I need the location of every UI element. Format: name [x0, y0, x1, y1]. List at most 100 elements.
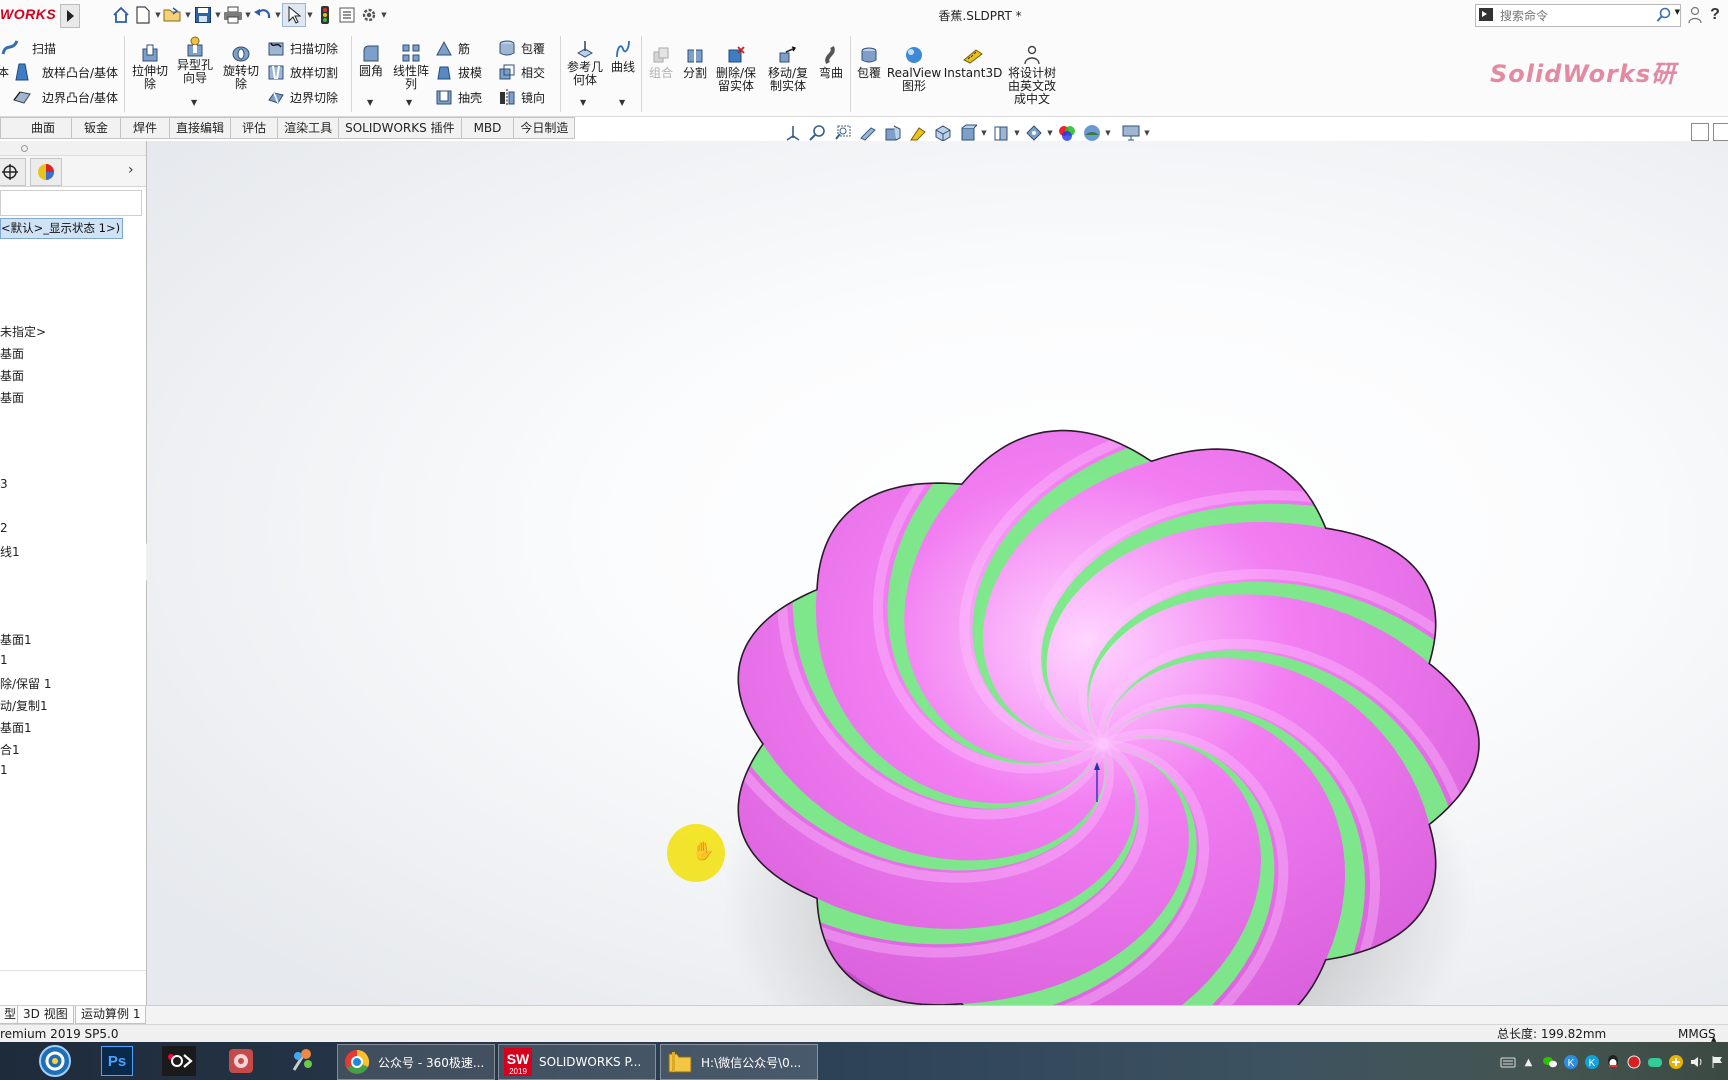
flag-icon[interactable]: [1707, 1053, 1728, 1071]
hole-wizard-button[interactable]: 异型孔 向导: [174, 36, 216, 85]
hole-wizard-dropdown-icon[interactable]: ▼: [191, 98, 197, 107]
display-style-dropdown-icon[interactable]: ▼: [980, 129, 988, 137]
start-orb-icon[interactable]: [34, 1045, 76, 1077]
boundary-cut-button[interactable]: 边界切除: [266, 86, 338, 108]
boundary-boss-button[interactable]: 边界凸台/基体: [12, 86, 118, 108]
linear-pattern-dropdown-icon[interactable]: ▼: [406, 98, 412, 107]
new-document-dropdown-icon[interactable]: ▼: [154, 4, 162, 26]
gamepad-icon[interactable]: [1644, 1053, 1665, 1071]
taskbar-task-browser[interactable]: 公众号 - 360极速...: [337, 1044, 495, 1080]
tab-3d-views[interactable]: 3D 视图: [17, 1006, 74, 1024]
tree-item[interactable]: 1: [0, 763, 8, 777]
reference-geometry-dropdown-icon[interactable]: ▼: [580, 98, 586, 107]
open-folder-icon[interactable]: [162, 4, 184, 26]
split-button[interactable]: 分割: [679, 44, 711, 80]
obs-icon[interactable]: [158, 1045, 200, 1077]
tab-motion-study-1[interactable]: 运动算例 1: [75, 1006, 147, 1024]
view-settings-dropdown-icon[interactable]: ▼: [1104, 129, 1112, 137]
taskbar-task-solidworks[interactable]: SW 2019 SOLIDWORKS P...: [498, 1044, 656, 1080]
dim-xpert-tab[interactable]: [0, 158, 26, 186]
flower-3d-model[interactable]: [710, 423, 1496, 1005]
undo-dropdown-icon[interactable]: ▼: [274, 4, 282, 26]
qq-k-icon[interactable]: K: [1560, 1053, 1581, 1071]
edit-appearance-dropdown-icon[interactable]: ▼: [1046, 129, 1054, 137]
viewport-maximize-icon[interactable]: [1713, 123, 1728, 141]
print-dropdown-icon[interactable]: ▼: [244, 4, 252, 26]
open-dropdown-icon[interactable]: ▼: [184, 4, 192, 26]
fillet-button[interactable]: 圆角: [354, 42, 388, 78]
tree-item[interactable]: 未指定>: [0, 323, 46, 340]
translate-tree-button[interactable]: 将设计树 由英文改 成中文: [1004, 44, 1060, 106]
panel-expand-arrow-icon[interactable]: ›: [128, 162, 134, 178]
keyboard-icon[interactable]: [1497, 1053, 1518, 1071]
k-icon[interactable]: K: [1581, 1053, 1602, 1071]
instant3d-button[interactable]: Instant3D: [944, 44, 1002, 80]
undo-icon[interactable]: [252, 4, 274, 26]
search-icon[interactable]: [1656, 7, 1672, 26]
wrap-button[interactable]: 包覆: [497, 37, 545, 59]
plus-icon[interactable]: [1665, 1053, 1686, 1071]
curves-dropdown-icon[interactable]: ▼: [619, 98, 625, 107]
app-logo[interactable]: WORKS: [0, 6, 56, 22]
sweep-button[interactable]: 扫描: [0, 37, 56, 59]
panel-grip[interactable]: [0, 141, 146, 156]
tree-item[interactable]: 合1: [0, 741, 20, 758]
tree-item[interactable]: 1: [0, 653, 8, 667]
delete-keep-body-button[interactable]: 删除/保 留实体: [714, 44, 758, 93]
swept-cut-button[interactable]: 扫描切除: [266, 37, 338, 59]
tree-item[interactable]: 动/复制1: [0, 697, 48, 714]
save-icon[interactable]: [192, 4, 214, 26]
user-icon[interactable]: [1685, 4, 1705, 26]
tree-item[interactable]: 2: [0, 521, 8, 535]
tree-item[interactable]: 线1: [0, 543, 20, 560]
tree-item[interactable]: 3: [0, 477, 8, 491]
tab-evaluate[interactable]: 评估: [231, 117, 279, 139]
hide-show-dropdown-icon[interactable]: ▼: [1013, 129, 1021, 137]
units-selector[interactable]: MMGS: [1678, 1025, 1716, 1043]
display-manager-tab[interactable]: [30, 158, 62, 186]
new-document-icon[interactable]: [132, 4, 154, 26]
tab-surfaces[interactable]: 曲面: [0, 117, 73, 139]
intersect-button[interactable]: 相交: [497, 61, 545, 83]
tab-weldments[interactable]: 焊件: [121, 117, 171, 139]
select-dropdown-icon[interactable]: ▼: [306, 4, 314, 26]
tree-item[interactable]: 除/保留 1: [0, 675, 52, 692]
draft-button[interactable]: 拔模: [434, 61, 482, 83]
traffic-light-icon[interactable]: [314, 4, 336, 26]
print-icon[interactable]: [222, 4, 244, 26]
move-copy-body-button[interactable]: 移动/复 制实体: [766, 44, 810, 93]
tree-item[interactable]: 基面1: [0, 719, 32, 736]
realview-button[interactable]: RealView 图形: [887, 44, 941, 93]
sound-icon[interactable]: [1686, 1053, 1707, 1071]
tab-direct-editing[interactable]: 直接编辑: [170, 117, 232, 139]
revolved-cut-button[interactable]: 旋转切 除: [221, 42, 261, 91]
app-menu-arrow-icon[interactable]: [60, 4, 80, 28]
loft-boss-button[interactable]: 放样凸台/基体: [12, 61, 118, 83]
search-dropdown-icon[interactable]: ▼: [1675, 8, 1680, 16]
tab-today-manufacturing[interactable]: 今日制造: [514, 117, 576, 139]
tree-item[interactable]: 基面: [0, 389, 24, 406]
tab-render-tools[interactable]: 渲染工具: [278, 117, 340, 139]
search-input[interactable]: [1498, 6, 1652, 25]
configuration-label[interactable]: <默认>_显示状态 1>): [0, 218, 123, 239]
fillet-dropdown-icon[interactable]: ▼: [367, 98, 373, 107]
tree-item[interactable]: 基面: [0, 345, 24, 362]
monitor-display-dropdown-icon[interactable]: ▼: [1143, 129, 1151, 137]
help-icon[interactable]: ?: [1705, 4, 1725, 26]
photoshop-icon[interactable]: Ps: [96, 1045, 138, 1077]
arrow-up-icon[interactable]: ▲: [1518, 1053, 1539, 1071]
shell-button[interactable]: 抽壳: [434, 86, 482, 108]
viewport-split-icon[interactable]: [1691, 123, 1709, 141]
tab-solidworks-addins[interactable]: SOLIDWORKS 插件: [339, 117, 462, 139]
tree-filter-input[interactable]: [0, 190, 142, 216]
lofted-cut-button[interactable]: 放样切割: [266, 61, 338, 83]
flex-button[interactable]: 弯曲: [815, 44, 847, 80]
pdf-icon[interactable]: [220, 1045, 262, 1077]
tree-item[interactable]: 基面: [0, 367, 24, 384]
options-gear-icon[interactable]: [358, 4, 380, 26]
paint-icon[interactable]: [282, 1045, 324, 1077]
extruded-cut-button[interactable]: 拉伸切 除: [130, 42, 170, 91]
file-properties-icon[interactable]: [336, 4, 358, 26]
record-icon[interactable]: [1623, 1053, 1644, 1071]
wrap-surface-button[interactable]: 包覆: [853, 44, 885, 80]
